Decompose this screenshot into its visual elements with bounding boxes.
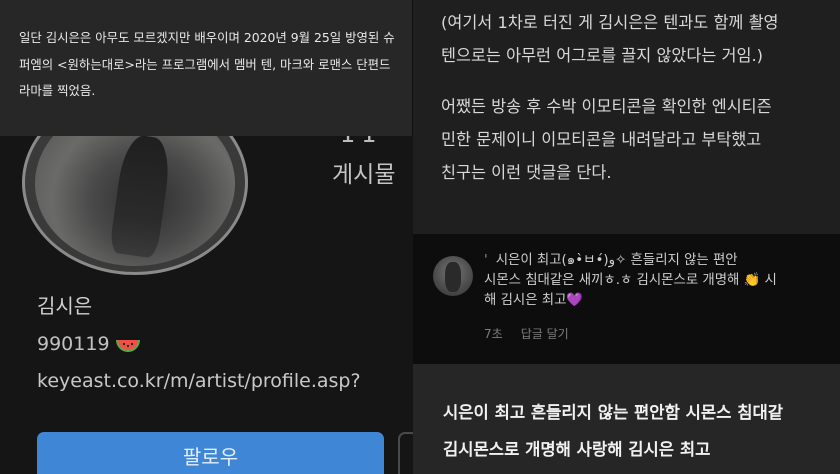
posts-label[interactable]: 게시물 (332, 155, 395, 189)
profile-bio: 990119 (37, 333, 142, 355)
article-paragraph-1: (여기서 1차로 터진 게 김시은은 텐과도 함께 촬영 텐으로는 아무런 어그… (441, 6, 779, 72)
comment-time: 7초 (484, 327, 503, 341)
caption-text: 일단 김시은은 아무도 모르겠지만 배우이며 2020년 9월 25일 방영된 … (19, 30, 395, 98)
caption-box: 일단 김시은은 아무도 모르겠지만 배우이며 2020년 9월 25일 방영된 … (0, 0, 413, 136)
comment-meta: 7초 답글 달기 (484, 325, 569, 342)
comment-line: 해 김시은 최고💜 (484, 293, 584, 308)
reply-button[interactable]: 답글 달기 (521, 325, 569, 342)
commenter-username[interactable]: ' (484, 253, 488, 268)
follow-button[interactable]: 팔로우 (37, 432, 384, 474)
comment-line: 시은이 최고(๑•̀ㅂ•́)و✧ 흔들리지 않는 편안 (495, 253, 738, 268)
article-line: 어쨌든 방송 후 수박 이모티콘을 확인한 엔시티즌 (441, 97, 772, 116)
profile-name: 김시은 (37, 294, 93, 318)
comment-body: ' 시은이 최고(๑•̀ㅂ•́)و✧ 흔들리지 않는 편안 시몬스 침대같은 새끼… (484, 251, 777, 311)
comment-line: 시몬스 침대같은 새끼ㅎ.ㅎ 김시몬스로 개명해 👏 시 (484, 273, 777, 288)
article-line: 친구는 이런 댓글을 단다. (441, 163, 612, 182)
quote-text: 시은이 최고 흔들리지 않는 편안함 시몬스 침대같 김시몬스로 개명해 사랑해… (443, 394, 783, 468)
article-line: 민한 문제이니 이모티콘을 내려달라고 부탁했고 (441, 130, 762, 149)
avatar-figure (108, 133, 174, 259)
comment-screenshot: ' 시은이 최고(๑•̀ㅂ•́)و✧ 흔들리지 않는 편안 시몬스 침대같은 새끼… (413, 234, 840, 364)
message-button[interactable] (398, 432, 413, 474)
profile-bio-text: 990119 (37, 333, 110, 355)
quote-box: 시은이 최고 흔들리지 않는 편안함 시몬스 침대같 김시몬스로 개명해 사랑해… (413, 364, 840, 474)
profile-link[interactable]: keyeast.co.kr/m/artist/profile.asp? (37, 370, 361, 392)
profile-screenshot: 11 게시물 김시은 990119 keyeast.co.kr/m/artist… (0, 0, 413, 474)
quote-line: 시은이 최고 흔들리지 않는 편안함 시몬스 침대같 (443, 403, 783, 422)
commenter-avatar[interactable] (433, 256, 473, 296)
quote-line: 김시몬스로 개명해 사랑해 김시은 최고 (443, 440, 711, 459)
watermelon-icon (114, 336, 142, 352)
article-paragraph-2: 어쨌든 방송 후 수박 이모티콘을 확인한 엔시티즌 민한 문제이니 이모티콘을… (441, 90, 772, 189)
article-line: (여기서 1차로 터진 게 김시은은 텐과도 함께 촬영 (441, 13, 779, 32)
article-line: 텐으로는 아무런 어그로를 끌지 않았다는 거임.) (441, 46, 764, 65)
article-panel: (여기서 1차로 터진 게 김시은은 텐과도 함께 촬영 텐으로는 아무런 어그… (413, 0, 840, 474)
